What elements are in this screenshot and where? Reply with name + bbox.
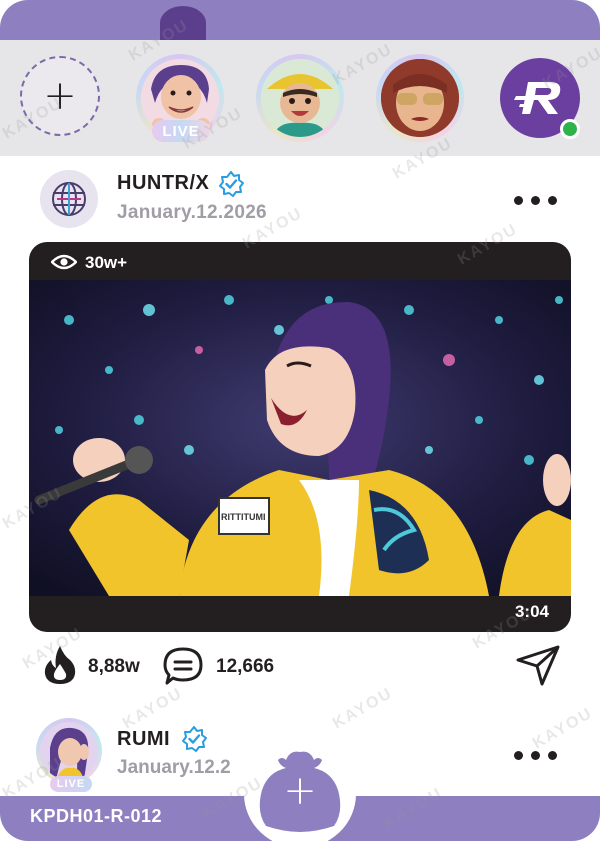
- dot-icon: [548, 750, 557, 760]
- more-options-button[interactable]: [514, 190, 562, 210]
- plus-icon: +: [43, 73, 77, 119]
- trading-card: + LIVE HUNTR/X January.12.2026 30w+ RITT…: [0, 0, 600, 841]
- jacket-patch-text: RITTITUMI: [221, 512, 266, 522]
- dot-icon: [514, 750, 523, 760]
- dot-icon: [548, 195, 557, 205]
- online-status-dot: [560, 119, 580, 139]
- fire-like-icon[interactable]: [42, 644, 78, 686]
- video-player[interactable]: 30w+ RITTITUMI 3:04: [29, 242, 571, 632]
- story-avatar-3[interactable]: [376, 54, 464, 142]
- video-thumbnail: RITTITUMI: [29, 280, 571, 596]
- live-badge: LIVE: [152, 120, 210, 142]
- comment-count: 12,666: [216, 656, 275, 677]
- dot-icon: [514, 195, 523, 205]
- globe-logo-icon: [52, 182, 86, 216]
- watermark: KAYOU: [119, 684, 186, 733]
- verified-badge-icon: [182, 726, 207, 752]
- post-date: January.12.2026: [117, 202, 267, 223]
- avatar-face-icon: [261, 59, 339, 137]
- media-header: 30w+: [29, 242, 571, 280]
- video-duration: 3:04: [514, 602, 549, 621]
- post-author-name[interactable]: HUNTR/X: [117, 172, 209, 195]
- next-post-live-badge: LIVE: [50, 776, 92, 792]
- avatar-face-icon: [381, 59, 459, 137]
- story-avatar-2[interactable]: [256, 54, 344, 142]
- r-logo-icon: [514, 82, 561, 114]
- dot-icon: [531, 195, 540, 205]
- next-post-date: January.12.2: [117, 757, 231, 778]
- top-strip: [0, 0, 600, 40]
- plus-icon: +: [283, 768, 317, 814]
- send-icon[interactable]: [516, 644, 560, 686]
- view-count: 30w+: [85, 253, 128, 272]
- eye-icon: [51, 254, 77, 270]
- avatar-hair-popout: [160, 6, 206, 40]
- next-post-more-options-button[interactable]: [514, 745, 562, 765]
- next-post-author-name[interactable]: RUMI: [117, 728, 170, 751]
- comment-icon[interactable]: [162, 646, 204, 686]
- singer-illustration: RITTITUMI: [29, 280, 571, 596]
- dot-icon: [531, 750, 540, 760]
- post-author-avatar[interactable]: [40, 170, 98, 228]
- add-story-button[interactable]: +: [20, 56, 100, 136]
- avatar-face-icon: [40, 722, 98, 780]
- next-post-avatar[interactable]: [36, 718, 102, 784]
- like-count: 8,88w: [88, 656, 140, 677]
- watermark: KAYOU: [329, 684, 396, 733]
- verified-badge-icon: [219, 171, 244, 197]
- card-code: KPDH01-R-012: [30, 806, 163, 826]
